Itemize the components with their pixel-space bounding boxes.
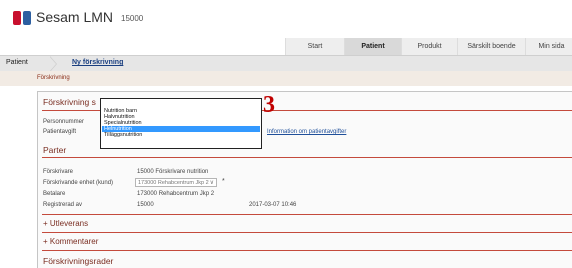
patientavgift-label: Patientavgift — [43, 129, 77, 135]
tab-min-sida[interactable]: Min sida — [525, 38, 572, 55]
forskrivare-value: 15000 Förskrivare nutrition — [137, 169, 209, 175]
forskrivningsrader-title: Förskrivningsrader — [43, 256, 114, 266]
app-title: Sesam LMN — [36, 9, 114, 25]
dropdown-option[interactable]: Tilläggsnutrition — [102, 132, 260, 138]
rows-divider — [42, 250, 572, 251]
app-window: Sesam LMN 15000 Start Patient Produkt Sä… — [0, 0, 572, 268]
sub-navigation: Förskrivning — [0, 71, 572, 86]
registrerad-datum: 2017-03-07 10:46 — [249, 202, 297, 208]
parter-section-title: Parter — [43, 145, 67, 155]
utleverans-toggle[interactable]: + Utleverans — [43, 219, 88, 228]
chevron-down-icon: ∨ — [209, 180, 214, 186]
forskrivare-label: Förskrivare — [43, 169, 74, 175]
tab-patient[interactable]: Patient — [344, 38, 401, 55]
sesam-logo-icon — [13, 11, 31, 25]
kommentarer-divider — [42, 232, 572, 233]
patientavgift-info-link[interactable]: Information om patientavgifter — [267, 129, 346, 135]
registrerad-av-label: Registrerad av — [43, 202, 83, 208]
required-mark: * — [222, 178, 225, 185]
subnav-forskrivning[interactable]: Förskrivning — [37, 75, 70, 81]
app-version: 15000 — [121, 14, 144, 23]
breadcrumb-ny-forskrivning[interactable]: Ny förskrivning — [72, 59, 123, 66]
utleverans-divider — [42, 214, 572, 215]
tab-produkt[interactable]: Produkt — [401, 38, 457, 55]
main-tabs: Start Patient Produkt Särskilt boende Mi… — [285, 38, 572, 55]
parter-divider — [42, 157, 572, 158]
breadcrumb: Patient Ny förskrivning — [0, 55, 572, 72]
betalare-label: Betalare — [43, 191, 66, 197]
top-bar: Sesam LMN 15000 — [0, 0, 572, 38]
tab-sarskilt-boende[interactable]: Särskilt boende — [457, 38, 525, 55]
kommentarer-toggle[interactable]: + Kommentarer — [43, 237, 98, 246]
step-annotation: 3 — [263, 92, 275, 118]
forskrivande-enhet-selected: 173000 Rehabcentrum Jkp 2 — [138, 180, 209, 186]
breadcrumb-patient[interactable]: Patient — [6, 59, 28, 66]
betalare-value: 173000 Rehabcentrum Jkp 2 — [137, 191, 215, 197]
forskrivande-enhet-label: Förskrivande enhet (kund) — [43, 180, 114, 186]
personnummer-label: Personnummer — [43, 119, 85, 125]
forskrivande-enhet-select[interactable]: 173000 Rehabcentrum Jkp 2 ∨ — [135, 178, 217, 187]
registrerad-av-value: 15000 — [137, 202, 154, 208]
forskrivning-section-title: Förskrivning s — [43, 97, 96, 107]
tab-start[interactable]: Start — [285, 38, 344, 55]
nutrition-type-dropdown-list[interactable]: Nutrition barn Halvnutrition Specialnutr… — [100, 98, 262, 149]
